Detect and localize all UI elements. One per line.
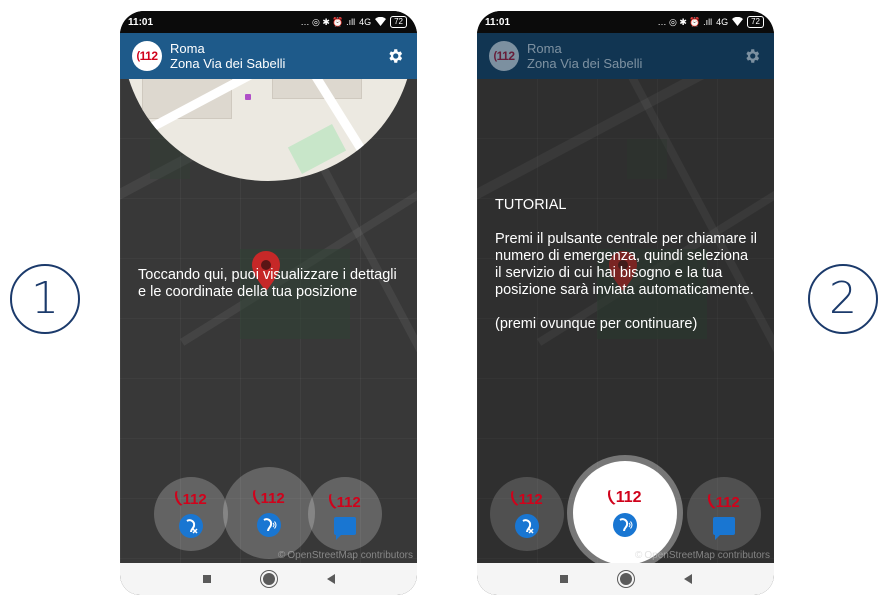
chat-icon	[713, 517, 735, 540]
app-header[interactable]: (112 Roma Zona Via dei Sabelli	[120, 33, 417, 79]
chat-112-button[interactable]: (112	[687, 477, 761, 551]
phone-screen-2: 11:01 … ◎ ✱ ⏰ .ıll 4G 72 (112 Roma Zona …	[477, 11, 774, 595]
button-label: (112	[508, 490, 543, 508]
tutorial-text: TUTORIAL Premi il pulsante centrale per …	[495, 197, 757, 350]
attribution-text: OpenStreetMap contributors	[287, 550, 413, 561]
map-attribution[interactable]: © OpenStreetMap contributors	[278, 550, 413, 561]
back-button[interactable]	[326, 574, 335, 584]
system-nav-bar	[120, 563, 417, 595]
emergency-buttons: (112 (112 (112	[120, 467, 417, 559]
button-label-text: 112	[615, 489, 642, 506]
map-attribution[interactable]: © OpenStreetMap contributors	[635, 550, 770, 561]
home-button[interactable]	[262, 573, 275, 585]
button-label-text: 112	[715, 493, 740, 511]
status-icons: … ◎ ✱ ⏰ .ıll 4G 72	[300, 16, 407, 28]
call-112-button[interactable]: (112	[223, 467, 315, 559]
status-bar: 11:01 … ◎ ✱ ⏰ .ıll 4G 72	[477, 11, 774, 33]
step-indicator-2: 2	[808, 264, 878, 334]
chat-112-button[interactable]: (112	[308, 477, 382, 551]
deaf-icon	[515, 514, 539, 538]
button-label: (112	[326, 493, 361, 511]
call-112-deaf-button[interactable]: (112	[490, 477, 564, 551]
map-view[interactable]: Toccando qui, puoi visualizzare i dettag…	[120, 79, 417, 563]
status-icons-text: … ◎ ✱ ⏰ .ıll	[657, 16, 713, 27]
location-zone: Zona Via dei Sabelli	[170, 56, 286, 71]
network-label: 4G	[359, 17, 372, 27]
app-header[interactable]: (112 Roma Zona Via dei Sabelli	[477, 33, 774, 79]
location-zone: Zona Via dei Sabelli	[527, 56, 643, 71]
logo-text: 112	[496, 49, 515, 63]
step-indicator-1: 1	[10, 264, 80, 334]
gear-icon[interactable]	[383, 44, 407, 68]
location-city: Roma	[170, 41, 205, 56]
network-label: 4G	[716, 17, 729, 27]
chat-icon	[334, 517, 356, 540]
status-time: 11:01	[485, 16, 511, 28]
home-button[interactable]	[619, 573, 632, 585]
deaf-speech-icon	[257, 513, 281, 537]
poi-icon	[245, 94, 251, 100]
tutorial-continue: (premi ovunque per continuare)	[495, 316, 698, 332]
button-label: (112	[250, 489, 285, 507]
attribution-symbol: ©	[635, 550, 643, 561]
tutorial-body: Premi il pulsante centrale per chiamare …	[495, 231, 757, 298]
location-info[interactable]: Roma Zona Via dei Sabelli	[527, 41, 740, 71]
gear-icon[interactable]	[740, 44, 764, 68]
status-time: 11:01	[128, 16, 154, 28]
button-label: (112	[606, 489, 642, 507]
call-112-deaf-button[interactable]: (112	[154, 477, 228, 551]
button-label-text: 112	[182, 490, 207, 508]
recents-button[interactable]	[202, 575, 211, 583]
map-view[interactable]: TUTORIAL Premi il pulsante centrale per …	[477, 79, 774, 563]
attribution-symbol: ©	[278, 550, 286, 561]
status-icons: … ◎ ✱ ⏰ .ıll 4G 72	[657, 16, 764, 28]
location-city: Roma	[527, 41, 562, 56]
recents-button[interactable]	[559, 575, 568, 583]
emergency-logo: (112	[132, 41, 162, 71]
location-hint-text: Toccando qui, puoi visualizzare i dettag…	[138, 267, 397, 300]
wifi-icon	[732, 16, 744, 28]
call-112-button[interactable]: (112	[573, 461, 677, 563]
emergency-logo: (112	[489, 41, 519, 71]
deaf-icon	[179, 514, 203, 538]
button-label-text: 112	[518, 490, 543, 508]
emergency-buttons: (112 (112 (112	[477, 461, 774, 563]
button-label: (112	[172, 490, 207, 508]
tutorial-title: TUTORIAL	[495, 197, 567, 213]
button-label: (112	[705, 493, 740, 511]
button-label-text: 112	[336, 493, 361, 511]
system-nav-bar	[477, 563, 774, 595]
battery-indicator: 72	[747, 16, 764, 28]
battery-indicator: 72	[390, 16, 407, 28]
status-icons-text: … ◎ ✱ ⏰ .ıll	[300, 16, 356, 27]
back-button[interactable]	[683, 574, 692, 584]
wifi-icon	[375, 16, 387, 28]
deaf-speech-icon	[613, 513, 637, 537]
attribution-text: OpenStreetMap contributors	[644, 550, 770, 561]
status-bar: 11:01 … ◎ ✱ ⏰ .ıll 4G 72	[120, 11, 417, 33]
logo-text: 112	[139, 49, 158, 63]
button-label-text: 112	[260, 489, 285, 507]
location-info[interactable]: Roma Zona Via dei Sabelli	[170, 41, 383, 71]
phone-screen-1: 11:01 … ◎ ✱ ⏰ .ıll 4G 72 (112 Roma Zona …	[120, 11, 417, 595]
